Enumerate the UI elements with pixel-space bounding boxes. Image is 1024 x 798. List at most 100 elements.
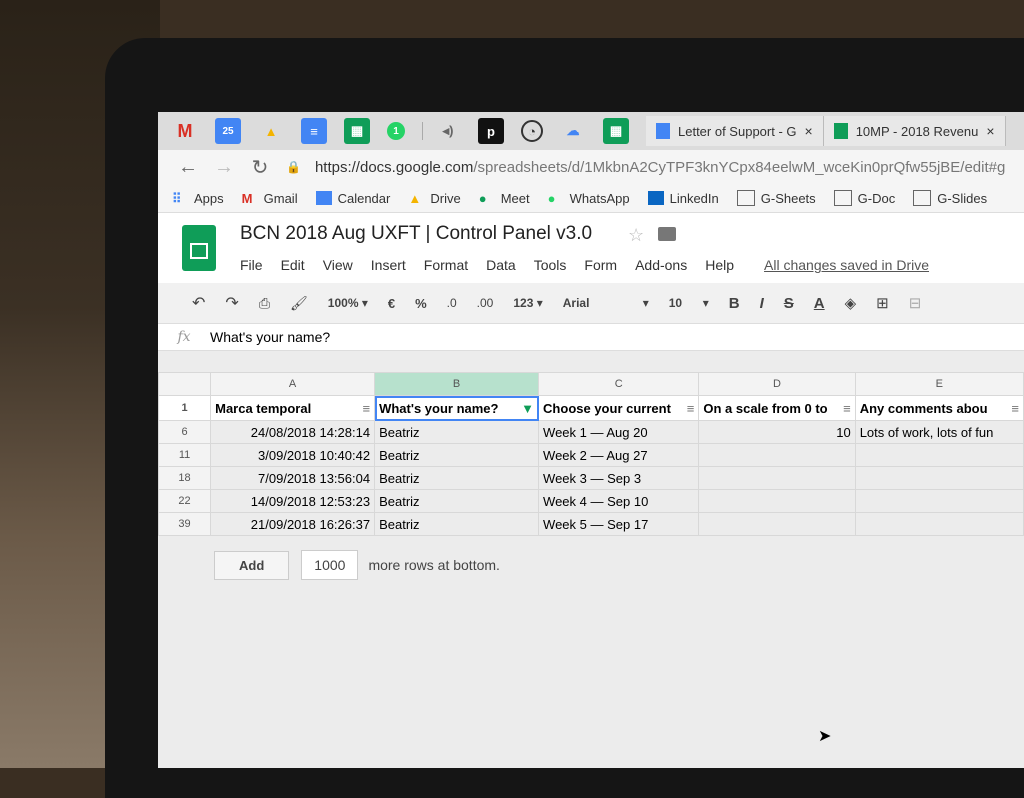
increase-decimal-button[interactable]: .00 [477, 296, 494, 310]
folder-icon[interactable] [658, 227, 676, 241]
bookmark-apps[interactable]: ⠿ Apps [172, 191, 224, 207]
cell[interactable]: Lots of work, lots of fun [854, 420, 1024, 444]
close-icon[interactable]: × [986, 123, 994, 139]
cell-a1[interactable]: Marca temporal ≡ [210, 395, 376, 421]
star-icon[interactable]: ☆ [628, 225, 644, 246]
cell[interactable]: Week 4 — Sep 10 [538, 489, 700, 513]
sheets-icon[interactable]: ▦ [344, 118, 370, 144]
cell[interactable]: Beatriz [374, 512, 540, 536]
add-rows-button[interactable]: Add [214, 550, 290, 580]
borders-icon[interactable]: ⊞ [876, 294, 889, 312]
cell[interactable]: Beatriz [374, 420, 540, 444]
cell[interactable]: Week 3 — Sep 3 [538, 466, 700, 490]
menu-insert[interactable]: Insert [371, 257, 406, 273]
menu-add-ons[interactable]: Add-ons [635, 257, 687, 273]
gmail-icon[interactable]: M [172, 118, 198, 144]
clock-icon[interactable]: ◔ [521, 120, 543, 142]
decrease-decimal-button[interactable]: .0 [447, 296, 457, 310]
cell[interactable]: Beatriz [374, 443, 540, 467]
column-header-a[interactable]: A [210, 372, 376, 396]
cloud-icon[interactable]: ☁ [560, 118, 586, 144]
cell[interactable] [854, 512, 1024, 536]
cell[interactable]: 24/08/2018 14:28:14 [210, 420, 376, 444]
column-header-d[interactable]: D [698, 372, 856, 396]
cell[interactable]: Week 1 — Aug 20 [538, 420, 700, 444]
cell[interactable]: 7/09/2018 13:56:04 [210, 466, 376, 490]
filter-icon[interactable]: ≡ [843, 401, 851, 416]
sheets-icon[interactable]: ▦ [603, 118, 629, 144]
undo-icon[interactable]: ↶ [192, 293, 205, 313]
zoom-select[interactable]: 100% ▾ [328, 296, 368, 310]
currency-button[interactable]: € [388, 296, 395, 311]
select-all-corner[interactable] [158, 372, 212, 396]
add-rows-count-input[interactable]: 1000 [301, 550, 359, 580]
audio-icon[interactable]: ◂) [435, 118, 461, 144]
menu-form[interactable]: Form [584, 257, 617, 273]
close-icon[interactable]: × [805, 123, 813, 139]
column-header-b[interactable]: B [374, 372, 540, 396]
calendar-icon[interactable]: 25 [215, 118, 241, 144]
cell-c1[interactable]: Choose your current ≡ [538, 395, 700, 421]
save-status[interactable]: All changes saved in Drive [764, 257, 929, 273]
forward-icon[interactable]: → [206, 156, 242, 179]
formula-input[interactable]: What's your name? [210, 329, 330, 345]
bookmark-meet[interactable]: ● Meet [479, 191, 530, 207]
column-header-c[interactable]: C [538, 372, 700, 396]
font-select[interactable]: Arial ▾ [563, 296, 649, 310]
row-number[interactable]: 6 [158, 420, 212, 444]
row-number[interactable]: 1 [158, 395, 212, 421]
bold-button[interactable]: B [729, 295, 740, 312]
docs-icon[interactable]: ≡ [301, 118, 327, 144]
menu-help[interactable]: Help [705, 257, 734, 273]
filter-icon[interactable]: ≡ [687, 401, 695, 416]
tab-letter-of-support[interactable]: Letter of Support - G × [646, 116, 824, 146]
cell[interactable]: 3/09/2018 10:40:42 [210, 443, 376, 467]
whatsapp-icon[interactable]: 1 [387, 122, 405, 140]
cell[interactable]: 10 [698, 420, 856, 444]
cell[interactable] [854, 443, 1024, 467]
bookmark-whatsapp[interactable]: ● WhatsApp [548, 191, 630, 207]
row-number[interactable]: 39 [158, 512, 212, 536]
back-icon[interactable]: ← [170, 156, 206, 179]
cell[interactable] [698, 443, 856, 467]
menu-edit[interactable]: Edit [281, 257, 305, 273]
cell[interactable]: Beatriz [374, 466, 540, 490]
cell[interactable]: Week 2 — Aug 27 [538, 443, 700, 467]
url-field[interactable]: https://docs.google.com/spreadsheets/d/1… [315, 159, 1005, 176]
strikethrough-button[interactable]: S [784, 295, 794, 312]
filter-icon[interactable]: ≡ [362, 401, 370, 416]
cell[interactable]: 14/09/2018 12:53:23 [210, 489, 376, 513]
italic-button[interactable]: I [760, 295, 764, 312]
bookmark-g-slides[interactable]: G-Slides [913, 190, 987, 206]
sheets-logo-icon[interactable] [182, 225, 216, 271]
reload-icon[interactable]: ↻ [242, 155, 278, 180]
menu-format[interactable]: Format [424, 257, 468, 273]
paint-format-icon[interactable]: 🖌 [290, 295, 308, 312]
cell-b1[interactable]: What's your name? ▼ [374, 395, 540, 421]
doc-title[interactable]: BCN 2018 Aug UXFT | Control Panel v3.0 [240, 223, 592, 245]
cell[interactable] [698, 489, 856, 513]
more-formats-button[interactable]: 123 ▾ [513, 296, 542, 310]
menu-file[interactable]: File [240, 257, 263, 273]
merge-cells-icon[interactable]: ⊟ [909, 294, 922, 312]
tab-10mp-revenue[interactable]: 10MP - 2018 Revenu × [823, 116, 1006, 146]
cell[interactable] [854, 489, 1024, 513]
print-icon[interactable]: ⎙ [259, 295, 270, 312]
row-number[interactable]: 18 [158, 466, 212, 490]
cell[interactable] [854, 466, 1024, 490]
bookmark-linkedin[interactable]: LinkedIn [647, 191, 719, 206]
text-color-button[interactable]: A [814, 295, 825, 312]
row-number[interactable]: 22 [158, 489, 212, 513]
menu-view[interactable]: View [323, 257, 353, 273]
cell[interactable] [698, 512, 856, 536]
column-header-e[interactable]: E [854, 372, 1024, 396]
menu-tools[interactable]: Tools [534, 257, 567, 273]
pocket-icon[interactable]: p [478, 118, 504, 144]
menu-data[interactable]: Data [486, 257, 516, 273]
bookmark-g-doc[interactable]: G-Doc [833, 190, 895, 206]
drive-icon[interactable]: ▲ [258, 118, 284, 144]
cell[interactable]: Beatriz [374, 489, 540, 513]
bookmark-gmail[interactable]: M Gmail [242, 191, 298, 207]
font-size-select[interactable]: 10 ▾ [669, 296, 709, 310]
bookmark-g-sheets[interactable]: G-Sheets [736, 190, 816, 206]
